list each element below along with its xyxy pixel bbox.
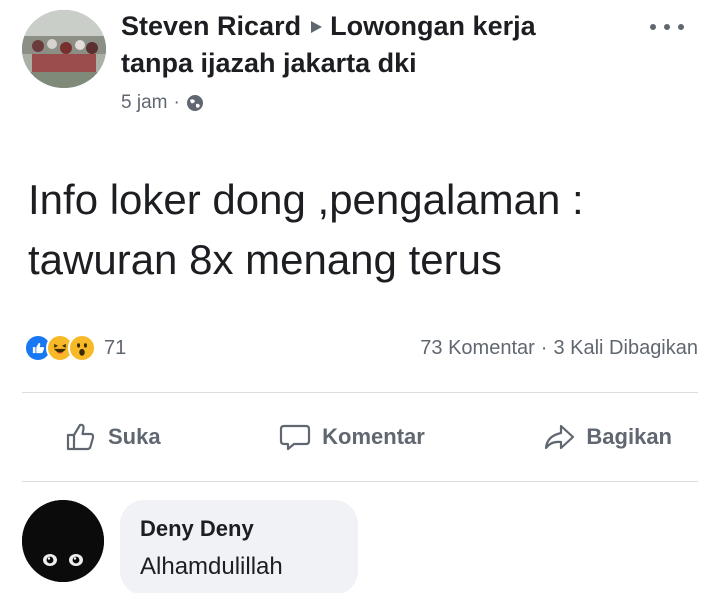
- reactions-summary[interactable]: 71: [24, 333, 126, 363]
- author-avatar[interactable]: [22, 10, 106, 88]
- share-label: Bagikan: [586, 424, 672, 449]
- action-bar: Suka Komentar Bagikan: [22, 410, 698, 464]
- wow-reaction-icon: [68, 334, 96, 362]
- more-dot: [678, 24, 684, 30]
- group-name-line1[interactable]: Lowongan kerja: [330, 11, 536, 41]
- more-dot: [664, 24, 670, 30]
- arrow-right-icon: [311, 20, 323, 33]
- comment-text: Alhamdulillah: [140, 553, 283, 580]
- more-options-icon[interactable]: [650, 22, 684, 32]
- globe-icon[interactable]: [186, 94, 204, 112]
- author-line: Steven Ricard Lowongan kerja: [121, 8, 621, 45]
- facebook-post: Steven Ricard Lowongan kerja tanpa ijazah…: [0, 0, 720, 593]
- stats-separator: ·: [540, 337, 548, 359]
- comment-label: Komentar: [322, 424, 425, 449]
- more-dot: [650, 24, 656, 30]
- commenter-avatar[interactable]: [22, 500, 104, 582]
- comment-bubble-icon: [280, 424, 311, 451]
- like-button[interactable]: Suka: [64, 420, 161, 454]
- share-arrow-icon: [545, 424, 575, 450]
- like-label: Suka: [108, 424, 161, 449]
- comment-button[interactable]: Komentar: [278, 420, 425, 454]
- reaction-count[interactable]: 71: [104, 337, 126, 360]
- thumbs-up-icon: [66, 423, 95, 451]
- commenter-photo: [22, 500, 104, 582]
- post-stats: 73 Komentar · 3 Kali Dibagikan: [420, 337, 698, 360]
- group-name-line2[interactable]: tanpa ijazah jakarta dki: [121, 45, 621, 82]
- reaction-icons: [24, 334, 96, 362]
- commenter-name[interactable]: Deny Deny: [140, 514, 338, 544]
- comment-count[interactable]: 73 Komentar: [420, 337, 535, 360]
- avatar-photo: [22, 10, 106, 88]
- meta-separator: ·: [173, 92, 180, 113]
- post-meta: 5 jam ·: [121, 92, 204, 114]
- author-name[interactable]: Steven Ricard: [121, 11, 301, 41]
- share-count[interactable]: 3 Kali Dibagikan: [553, 337, 698, 360]
- divider-top: [22, 392, 698, 393]
- post-text: Info loker dong ,pengalaman : tawuran 8x…: [28, 170, 708, 290]
- post-text-line2: tawuran 8x menang terus: [28, 236, 502, 283]
- comment-bubble: Deny Deny Alhamdulillah: [120, 500, 358, 593]
- post-time[interactable]: 5 jam: [121, 92, 167, 114]
- divider-bottom: [22, 481, 698, 482]
- post-text-line1: Info loker dong ,pengalaman :: [28, 176, 584, 223]
- share-button[interactable]: Bagikan: [542, 420, 672, 454]
- post-header: Steven Ricard Lowongan kerja tanpa ijazah…: [121, 8, 621, 82]
